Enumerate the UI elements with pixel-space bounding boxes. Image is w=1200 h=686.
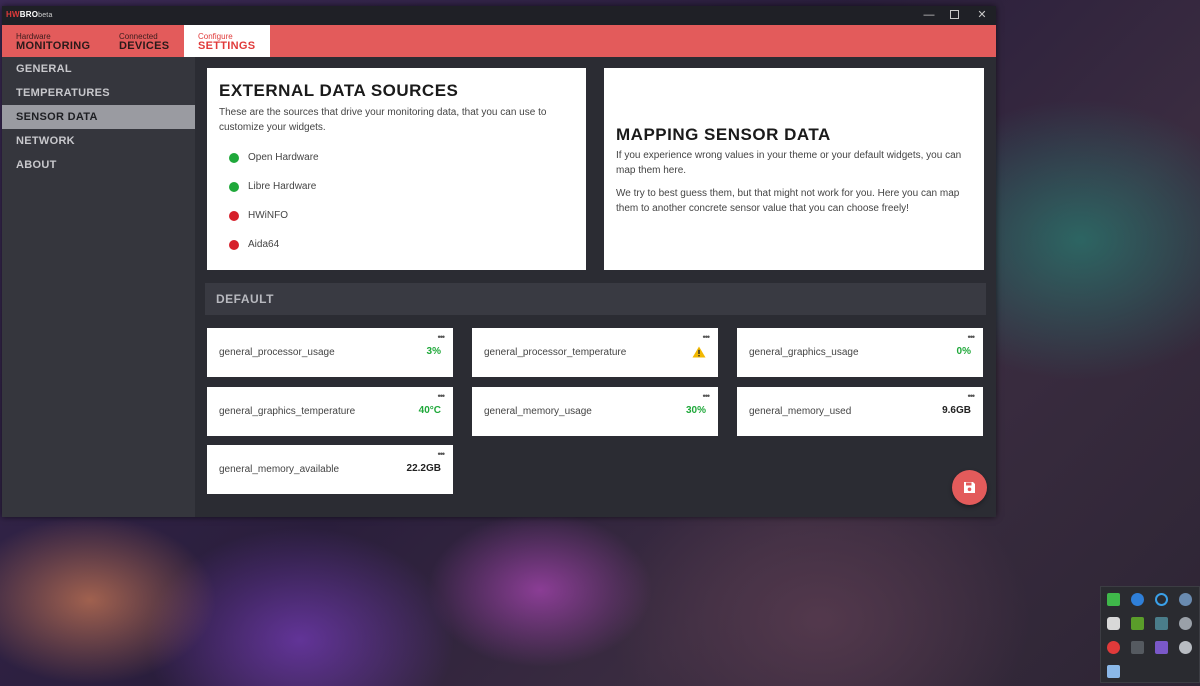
sidebar-item-about[interactable]: ABOUT xyxy=(2,153,195,177)
sidebar-item-temperatures[interactable]: TEMPERATURES xyxy=(2,81,195,105)
logo-hw: HW xyxy=(6,10,20,19)
status-dot-icon xyxy=(229,182,239,192)
more-options-icon[interactable]: ••• xyxy=(968,333,976,342)
sensor-value: 30% xyxy=(685,405,706,416)
shield-icon[interactable] xyxy=(1107,617,1120,630)
floppy-disk-icon xyxy=(964,482,975,493)
source-label: HWiNFO xyxy=(248,210,288,221)
minimize-button[interactable]: — xyxy=(916,6,942,25)
logo-beta: beta xyxy=(38,12,53,19)
sensor-general-memory-available[interactable]: ••• general_memory_available 22.2GB xyxy=(207,445,453,494)
status-dot-icon xyxy=(229,153,239,163)
more-options-icon[interactable]: ••• xyxy=(703,333,711,342)
tab-settings-label: SETTINGS xyxy=(198,40,256,52)
app-tray-icon[interactable] xyxy=(1155,641,1168,654)
status-dot-icon xyxy=(229,211,239,221)
source-hwinfo[interactable]: HWiNFO xyxy=(229,209,379,223)
more-options-icon[interactable]: ••• xyxy=(438,450,446,459)
mapping-paragraph-1: If you experience wrong values in your t… xyxy=(616,150,962,176)
source-libre-hardware[interactable]: Libre Hardware xyxy=(229,180,379,194)
steam-icon[interactable] xyxy=(1179,593,1192,606)
tab-devices-label: DEVICES xyxy=(119,40,170,52)
more-options-icon[interactable]: ••• xyxy=(968,392,976,401)
tab-monitoring[interactable]: Hardware MONITORING xyxy=(16,25,106,57)
close-button[interactable]: ✕ xyxy=(969,6,995,25)
sensor-general-memory-usage[interactable]: ••• general_memory_usage 30% xyxy=(472,387,718,436)
sensor-general-memory-used[interactable]: ••• general_memory_used 9.6GB xyxy=(737,387,983,436)
app-logo: HWBRObeta xyxy=(6,10,53,19)
tray-app-icon[interactable] xyxy=(1107,593,1120,606)
external-data-sources-title: EXTERNAL DATA SOURCES xyxy=(219,81,459,100)
sensor-name: general_processor_usage xyxy=(219,347,335,358)
maximize-icon xyxy=(949,9,959,19)
sensor-name: general_memory_available xyxy=(219,464,340,475)
sidebar-item-general[interactable]: GENERAL xyxy=(2,57,195,81)
warning-icon xyxy=(692,346,706,358)
sensor-name: general_memory_used xyxy=(749,406,852,417)
sensor-name: general_processor_temperature xyxy=(484,347,627,358)
source-label: Open Hardware xyxy=(248,152,319,163)
status-dot-icon xyxy=(229,240,239,250)
settings-icon[interactable] xyxy=(1179,617,1192,630)
sensor-name: general_graphics_usage xyxy=(749,347,859,358)
tab-monitoring-label: MONITORING xyxy=(16,40,91,52)
app-tray-icon[interactable] xyxy=(1131,641,1144,654)
sensor-value: 40°C xyxy=(418,405,441,416)
sensor-value: 22.2GB xyxy=(406,463,441,474)
sensor-name: general_graphics_temperature xyxy=(219,406,356,417)
title-bar[interactable]: HWBRObeta — ✕ xyxy=(2,6,996,25)
sensor-general-processor-usage[interactable]: ••• general_processor_usage 3% xyxy=(207,328,453,377)
network-icon[interactable] xyxy=(1179,641,1192,654)
sensor-value: 3% xyxy=(426,346,441,357)
sidebar-item-sensor-data[interactable]: SENSOR DATA xyxy=(2,105,195,129)
mapping-paragraph-2: We try to best guess them, but that migh… xyxy=(616,188,960,214)
more-options-icon[interactable]: ••• xyxy=(438,333,446,342)
maximize-button[interactable] xyxy=(941,6,967,25)
source-open-hardware[interactable]: Open Hardware xyxy=(229,151,379,165)
sensor-general-graphics-usage[interactable]: ••• general_graphics_usage 0% xyxy=(737,328,983,377)
sensor-general-processor-temperature[interactable]: ••• general_processor_temperature xyxy=(472,328,718,377)
logo-bro: BRO xyxy=(19,10,39,19)
app-window: HWBRObeta — ✕ Hardware MONITORING Connec… xyxy=(2,6,996,517)
source-label: Aida64 xyxy=(248,239,280,250)
sensor-value: 0% xyxy=(956,346,971,357)
system-tray-popup xyxy=(1100,586,1200,683)
mapping-sensor-data-card: MAPPING SENSOR DATA If you experience wr… xyxy=(604,68,984,270)
tab-settings[interactable]: Configure SETTINGS xyxy=(184,25,270,57)
external-data-sources-card: EXTERNAL DATA SOURCES These are the sour… xyxy=(207,68,586,270)
more-options-icon[interactable]: ••• xyxy=(438,392,446,401)
sensor-general-graphics-temperature[interactable]: ••• general_graphics_temperature 40°C xyxy=(207,387,453,436)
top-nav: Hardware MONITORING Connected DEVICES Co… xyxy=(2,25,996,57)
sidebar-item-network[interactable]: NETWORK xyxy=(2,129,195,153)
save-button[interactable] xyxy=(952,470,987,505)
bluetooth-icon[interactable] xyxy=(1131,593,1144,606)
monitor-icon[interactable] xyxy=(1155,617,1168,630)
default-section-header: DEFAULT xyxy=(205,283,986,315)
sensor-value: 9.6GB xyxy=(942,405,971,416)
more-options-icon[interactable]: ••• xyxy=(703,392,711,401)
sidebar: GENERAL TEMPERATURES SENSOR DATA NETWORK… xyxy=(2,57,195,517)
tab-devices[interactable]: Connected DEVICES xyxy=(119,25,179,57)
mapping-sensor-data-title: MAPPING SENSOR DATA xyxy=(616,125,831,144)
source-aida64[interactable]: Aida64 xyxy=(229,238,379,252)
hwbro-tray-icon[interactable] xyxy=(1107,641,1120,654)
logitech-icon[interactable] xyxy=(1155,593,1168,606)
source-label: Libre Hardware xyxy=(248,181,317,192)
external-data-sources-description: These are the sources that drive your mo… xyxy=(219,107,547,133)
nvidia-icon[interactable] xyxy=(1131,617,1144,630)
sensor-name: general_memory_usage xyxy=(484,406,592,417)
app-tray-icon[interactable] xyxy=(1107,665,1120,678)
